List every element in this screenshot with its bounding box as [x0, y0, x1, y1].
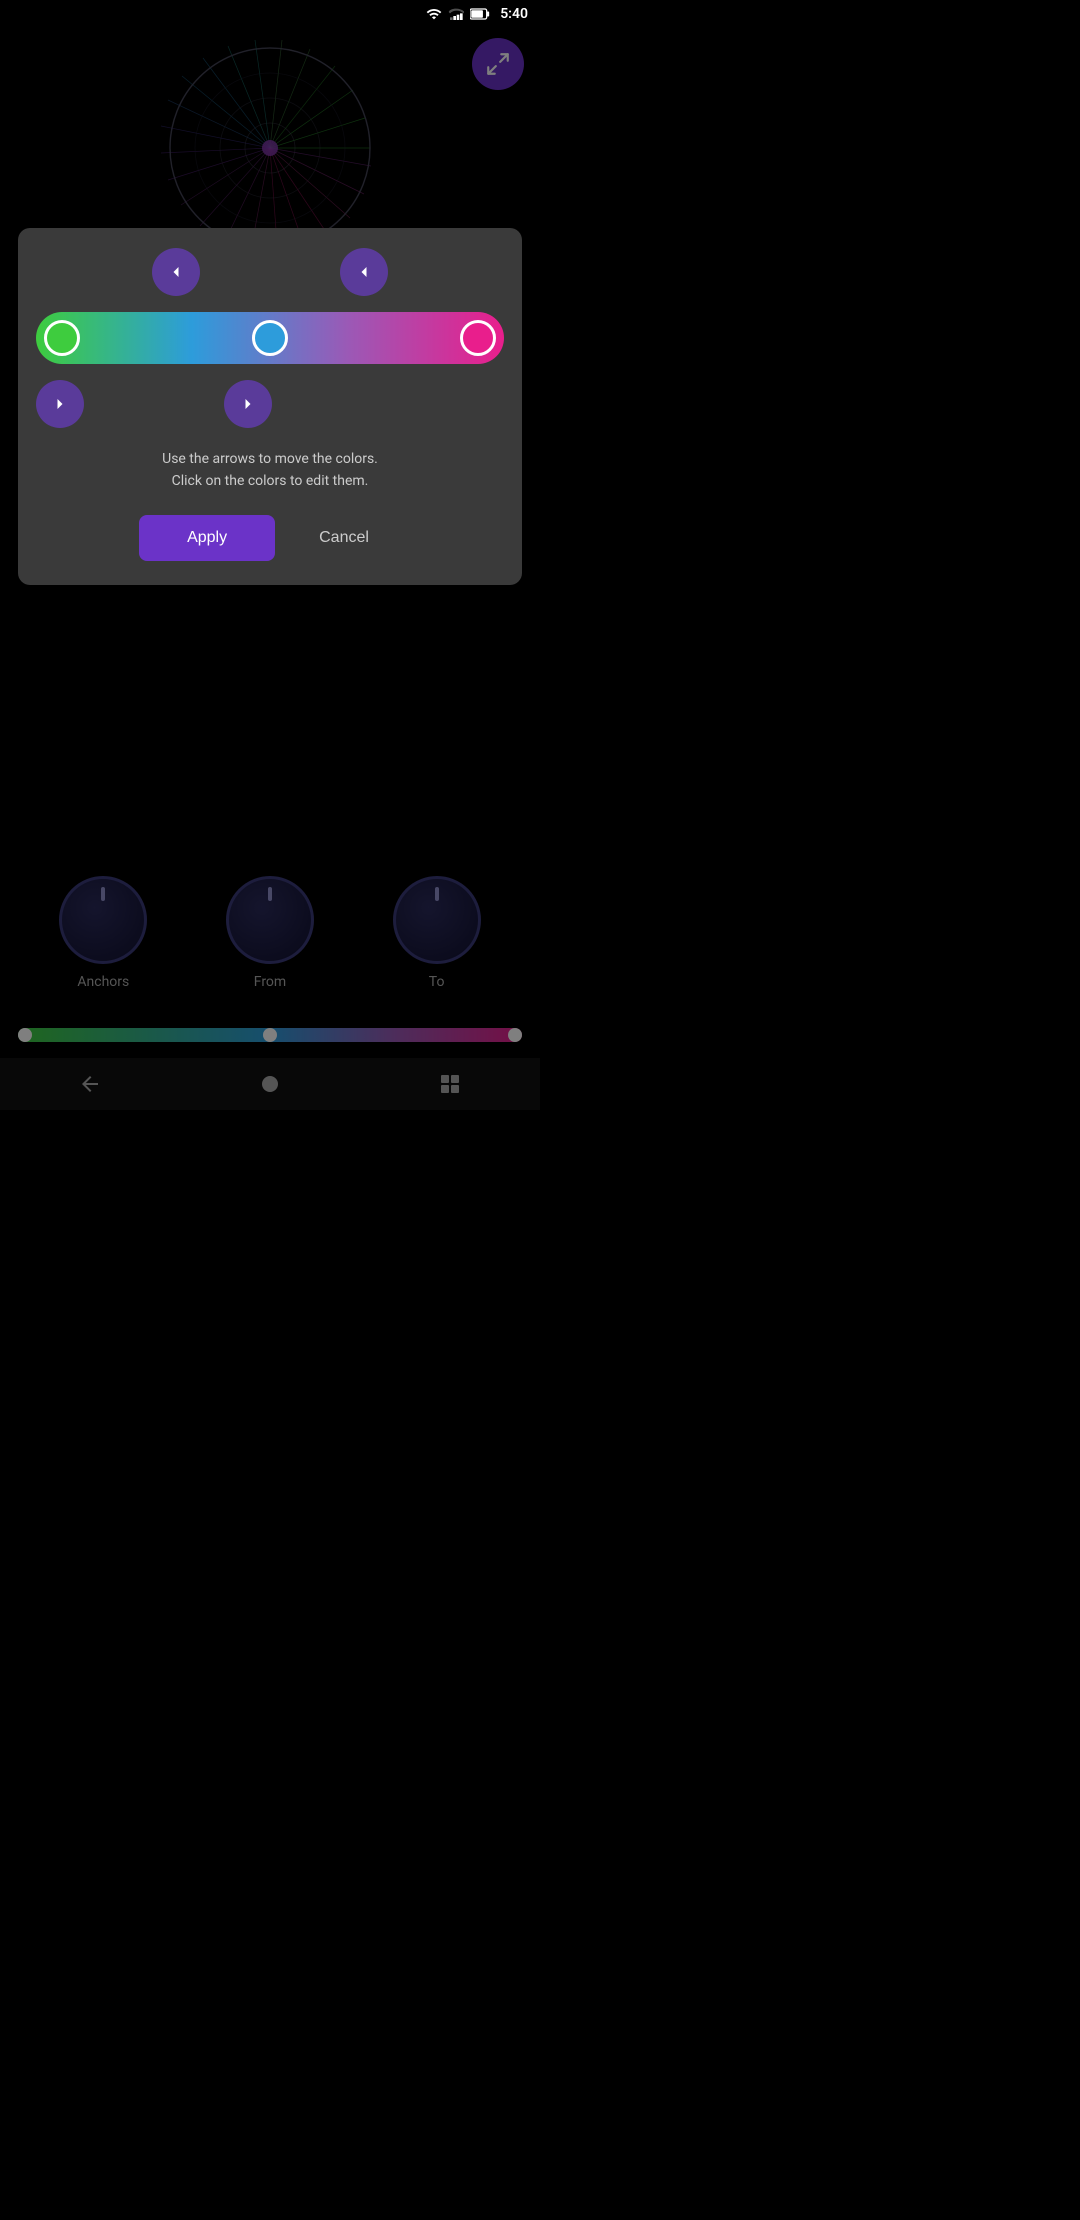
right-arrow-2-button[interactable] — [224, 380, 272, 428]
bottom-slider-dot-mid[interactable] — [263, 1028, 277, 1042]
color-stop-blue[interactable] — [252, 320, 288, 356]
navigation-bar — [0, 1058, 540, 1110]
bottom-slider-dot-right[interactable] — [508, 1028, 522, 1042]
anchors-label: Anchors — [77, 974, 129, 990]
knob-item-anchors: Anchors — [59, 876, 147, 990]
left-arrow-1-button[interactable] — [152, 248, 200, 296]
cancel-button[interactable]: Cancel — [287, 515, 401, 561]
status-icons: 5:40 — [426, 6, 528, 22]
instructions-text: Use the arrows to move the colors. Click… — [36, 448, 504, 493]
status-bar: 5:40 — [0, 0, 540, 28]
color-stop-green[interactable] — [44, 320, 80, 356]
right-arrow-1-button[interactable] — [36, 380, 84, 428]
chevron-right-icon — [50, 394, 70, 414]
anchors-knob[interactable] — [59, 876, 147, 964]
expand-button[interactable] — [472, 38, 524, 90]
back-nav-icon — [78, 1072, 102, 1096]
bottom-arrow-row — [36, 380, 504, 428]
recents-nav-button[interactable] — [432, 1066, 468, 1102]
action-buttons-row: Apply Cancel — [36, 515, 504, 561]
signal-icon — [448, 6, 464, 22]
left-arrow-2-button[interactable] — [340, 248, 388, 296]
apply-button[interactable]: Apply — [139, 515, 275, 561]
knobs-section: Anchors From To — [0, 876, 540, 990]
to-knob[interactable] — [393, 876, 481, 964]
bottom-gradient-slider[interactable] — [18, 1028, 522, 1042]
color-editor-modal: Use the arrows to move the colors. Click… — [18, 228, 522, 585]
spiral-viz — [160, 38, 380, 258]
wifi-icon — [426, 6, 442, 22]
from-label: From — [254, 974, 286, 990]
to-label: To — [429, 974, 445, 990]
back-nav-button[interactable] — [72, 1066, 108, 1102]
home-nav-button[interactable] — [252, 1066, 288, 1102]
recents-nav-icon — [438, 1072, 462, 1096]
clock: 5:40 — [500, 6, 528, 22]
chevron-left-icon — [166, 262, 186, 282]
knob-item-to: To — [393, 876, 481, 990]
battery-icon — [470, 6, 490, 22]
chevron-left-icon-2 — [354, 262, 374, 282]
color-stop-pink[interactable] — [460, 320, 496, 356]
home-nav-icon — [258, 1072, 282, 1096]
expand-icon — [485, 51, 511, 77]
from-knob[interactable] — [226, 876, 314, 964]
knob-item-from: From — [226, 876, 314, 990]
top-arrow-row — [36, 248, 504, 296]
gradient-slider[interactable] — [36, 312, 504, 364]
chevron-right-icon-2 — [238, 394, 258, 414]
bottom-slider-dot-left[interactable] — [18, 1028, 32, 1042]
